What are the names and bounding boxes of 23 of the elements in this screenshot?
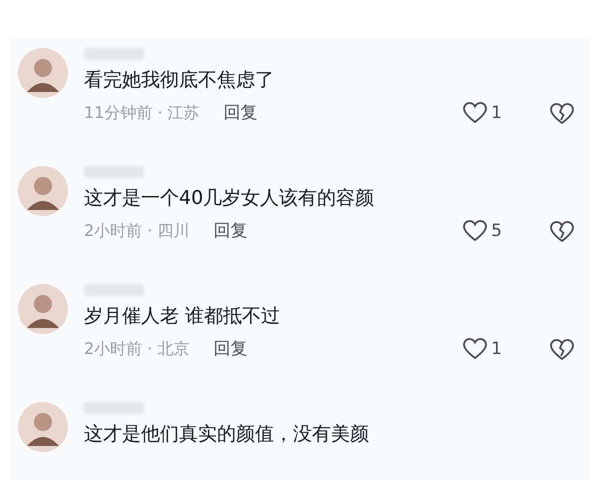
heart-icon — [463, 220, 488, 242]
reply-button[interactable]: 回复 — [224, 100, 258, 126]
comment-meta: 2小时前 · 四川 — [84, 220, 190, 242]
avatar-icon[interactable] — [18, 48, 68, 98]
broken-heart-icon[interactable] — [550, 221, 574, 244]
reply-button[interactable]: 回复 — [213, 336, 248, 362]
heart-icon — [463, 102, 488, 124]
comment-text: 岁月催人老 谁都抵不过 — [84, 304, 282, 329]
avatar-icon[interactable] — [18, 402, 68, 452]
heart-icon — [463, 338, 488, 360]
broken-heart-icon[interactable] — [550, 339, 574, 362]
reply-button[interactable]: 回复 — [213, 218, 248, 244]
avatar-icon[interactable] — [18, 166, 68, 216]
comment-text: 看完她我彻底不焦虑了 — [84, 68, 275, 93]
avatar-icon[interactable] — [18, 284, 68, 334]
like-button[interactable]: 1 — [463, 336, 502, 362]
broken-heart-icon[interactable] — [550, 103, 574, 126]
like-button[interactable]: 1 — [463, 100, 502, 126]
comment-meta: 11分钟前 · 江苏 — [84, 102, 200, 124]
comment-text: 这才是一个40几岁女人该有的容颜 — [84, 186, 376, 211]
like-button[interactable]: 5 — [463, 218, 502, 244]
comment-text: 这才是他们真实的颜值，没有美颜 — [84, 422, 370, 447]
comment-meta: 2小时前 · 北京 — [84, 338, 190, 360]
